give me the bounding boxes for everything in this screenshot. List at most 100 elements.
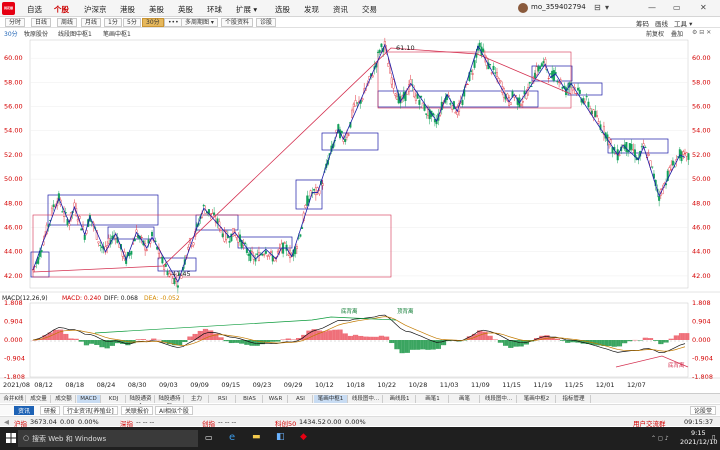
stock-profile-button[interactable]: 个股资料 [221, 18, 254, 27]
period-1min[interactable]: 1分 [104, 18, 122, 27]
macd-value: MACD: 0.240 [62, 295, 101, 302]
macd-bar [240, 340, 243, 344]
menu-discover[interactable]: 发现 [304, 4, 319, 15]
minimize-button[interactable]: — [648, 3, 656, 12]
indicator-tab[interactable]: BIAS [237, 395, 263, 403]
username[interactable]: mo_359402794 [531, 3, 586, 11]
macd-bar [415, 340, 417, 350]
menu-uk[interactable]: 英股 [178, 4, 193, 15]
macd-tick-right: -1.808 [692, 373, 713, 381]
price-tick-left: 56.00 [4, 103, 23, 111]
candle-body [50, 207, 53, 216]
menu-watchlist[interactable]: 自选 [27, 4, 42, 15]
macd-bar [347, 335, 350, 340]
indicator-tab[interactable]: 合并K线 [2, 395, 26, 403]
indicator-tab[interactable]: 陆股通持股 [156, 395, 184, 410]
tray-icons[interactable]: ⌃ ◻ ♪ [651, 435, 669, 442]
indicator-tab[interactable]: 笔画中枢1 [314, 395, 348, 403]
menu-extend[interactable]: 扩展 ▾ [236, 4, 257, 15]
macd-bar [594, 340, 597, 345]
windows-start-icon[interactable] [6, 433, 16, 443]
indicator-tab[interactable]: 画笔1 [417, 395, 449, 403]
draw-line-button[interactable]: 画线 [655, 18, 668, 28]
edge-icon[interactable]: e [229, 432, 235, 443]
task-view-icon[interactable]: ▭ [205, 433, 213, 442]
candle-body [585, 96, 588, 98]
dropdown-icon[interactable]: ▾ [605, 3, 609, 12]
macd-bar [278, 340, 281, 342]
menu-stock[interactable]: 个股 [54, 4, 69, 15]
period-timeshare[interactable]: 分时 [5, 18, 26, 27]
period-5min[interactable]: 5分 [123, 18, 141, 27]
diagnose-button[interactable]: 诊股 [256, 18, 277, 27]
x-tick-label: 11/03 [440, 381, 459, 389]
kline-chart[interactable]: 60.00 60.00 58.00 58.00 56.00 56.00 54.00 54.00… [0, 37, 720, 393]
macd-bar [97, 340, 100, 345]
macd-bar [233, 340, 236, 343]
macd-bar [266, 340, 269, 342]
kc50-change: 0.00 [327, 418, 342, 426]
macd-bar [421, 340, 424, 350]
forum-button[interactable]: 论股堂 [690, 406, 717, 415]
macd-bar [561, 340, 564, 341]
candle-body [251, 251, 254, 254]
period-30min[interactable]: 30分 [142, 18, 164, 27]
x-tick-label: 11/15 [502, 381, 521, 389]
menu-us[interactable]: 美股 [149, 4, 164, 15]
info-tab-related[interactable]: 关联报价 [121, 406, 154, 415]
store-icon[interactable]: ◧ [276, 432, 285, 442]
indicator-tab[interactable]: KDJ [102, 395, 126, 403]
indicator-tab[interactable]: 成交额 [52, 395, 76, 403]
more-periods-button[interactable]: ••• [164, 18, 183, 27]
menu-news[interactable]: 资讯 [333, 4, 348, 15]
indicator-tab[interactable]: 笔画中枢2 [518, 395, 556, 403]
info-tab-news[interactable]: 资讯 [14, 406, 35, 415]
info-tab-industry[interactable]: 行业资讯[养殖业] [63, 406, 118, 415]
macd-bar [387, 336, 390, 340]
indicator-tab[interactable]: W&R [264, 395, 288, 403]
macd-bar [218, 337, 221, 340]
indicator-tab[interactable]: 陆股通资金 [127, 395, 155, 410]
indicator-tab[interactable]: 成交量 [27, 395, 51, 403]
period-daily[interactable]: 日线 [31, 18, 52, 27]
candle-body [213, 212, 216, 215]
indicator-tab[interactable]: 线段图中... [481, 395, 517, 403]
settings-icon[interactable]: ⚙ ⊟ ✕ [692, 29, 711, 36]
menu-global[interactable]: 环球 [207, 4, 222, 15]
period-monthly[interactable]: 月线 [81, 18, 102, 27]
indicator-tab[interactable]: 主力 [185, 395, 209, 403]
x-tick-label: 10/28 [409, 381, 428, 389]
info-tab-ai-similar[interactable]: AI相似个股 [155, 406, 193, 415]
indicator-tab[interactable]: ASI [289, 395, 313, 403]
user-avatar[interactable] [518, 3, 528, 13]
skin-icon[interactable]: ⊟ [594, 3, 601, 12]
indicator-tab[interactable]: 指标管理 [557, 395, 591, 403]
macd-bar [402, 340, 405, 354]
info-tab-research[interactable]: 研报 [40, 406, 61, 415]
maximize-button[interactable]: ▭ [673, 3, 681, 12]
period-weekly[interactable]: 周线 [57, 18, 78, 27]
macd-bar [423, 340, 426, 350]
notification-icon[interactable]: ▯ [712, 434, 715, 441]
candle-body [495, 72, 498, 77]
indicator-tab[interactable]: 画线段1 [384, 395, 416, 403]
indicator-tab[interactable]: MACD [77, 395, 101, 403]
chips-button[interactable]: 筹码 [636, 18, 649, 28]
tools-dropdown[interactable]: 工具 ▾ [674, 18, 692, 28]
tonghuashun-taskbar-icon[interactable]: ◆ [300, 432, 307, 442]
indicator-tab[interactable]: 画笔 [450, 395, 480, 403]
multi-period-dropdown[interactable]: 多周期图 ▾ [181, 18, 218, 27]
menu-trade[interactable]: 交易 [362, 4, 377, 15]
price-tick-right: 46.00 [692, 224, 711, 232]
candle-body [499, 80, 502, 83]
indicator-tab[interactable]: 线段图中... [349, 395, 383, 403]
volume-icon[interactable]: ◀ [4, 418, 9, 426]
macd-bar [378, 335, 381, 340]
close-button[interactable]: ✕ [700, 3, 707, 12]
menu-screener[interactable]: 选股 [275, 4, 290, 15]
macd-bar [273, 340, 276, 342]
menu-a-share[interactable]: 沪深京 [84, 4, 107, 15]
folder-icon[interactable]: ▬ [252, 432, 261, 442]
menu-hk[interactable]: 港股 [120, 4, 135, 15]
indicator-tab[interactable]: RSI [210, 395, 236, 403]
